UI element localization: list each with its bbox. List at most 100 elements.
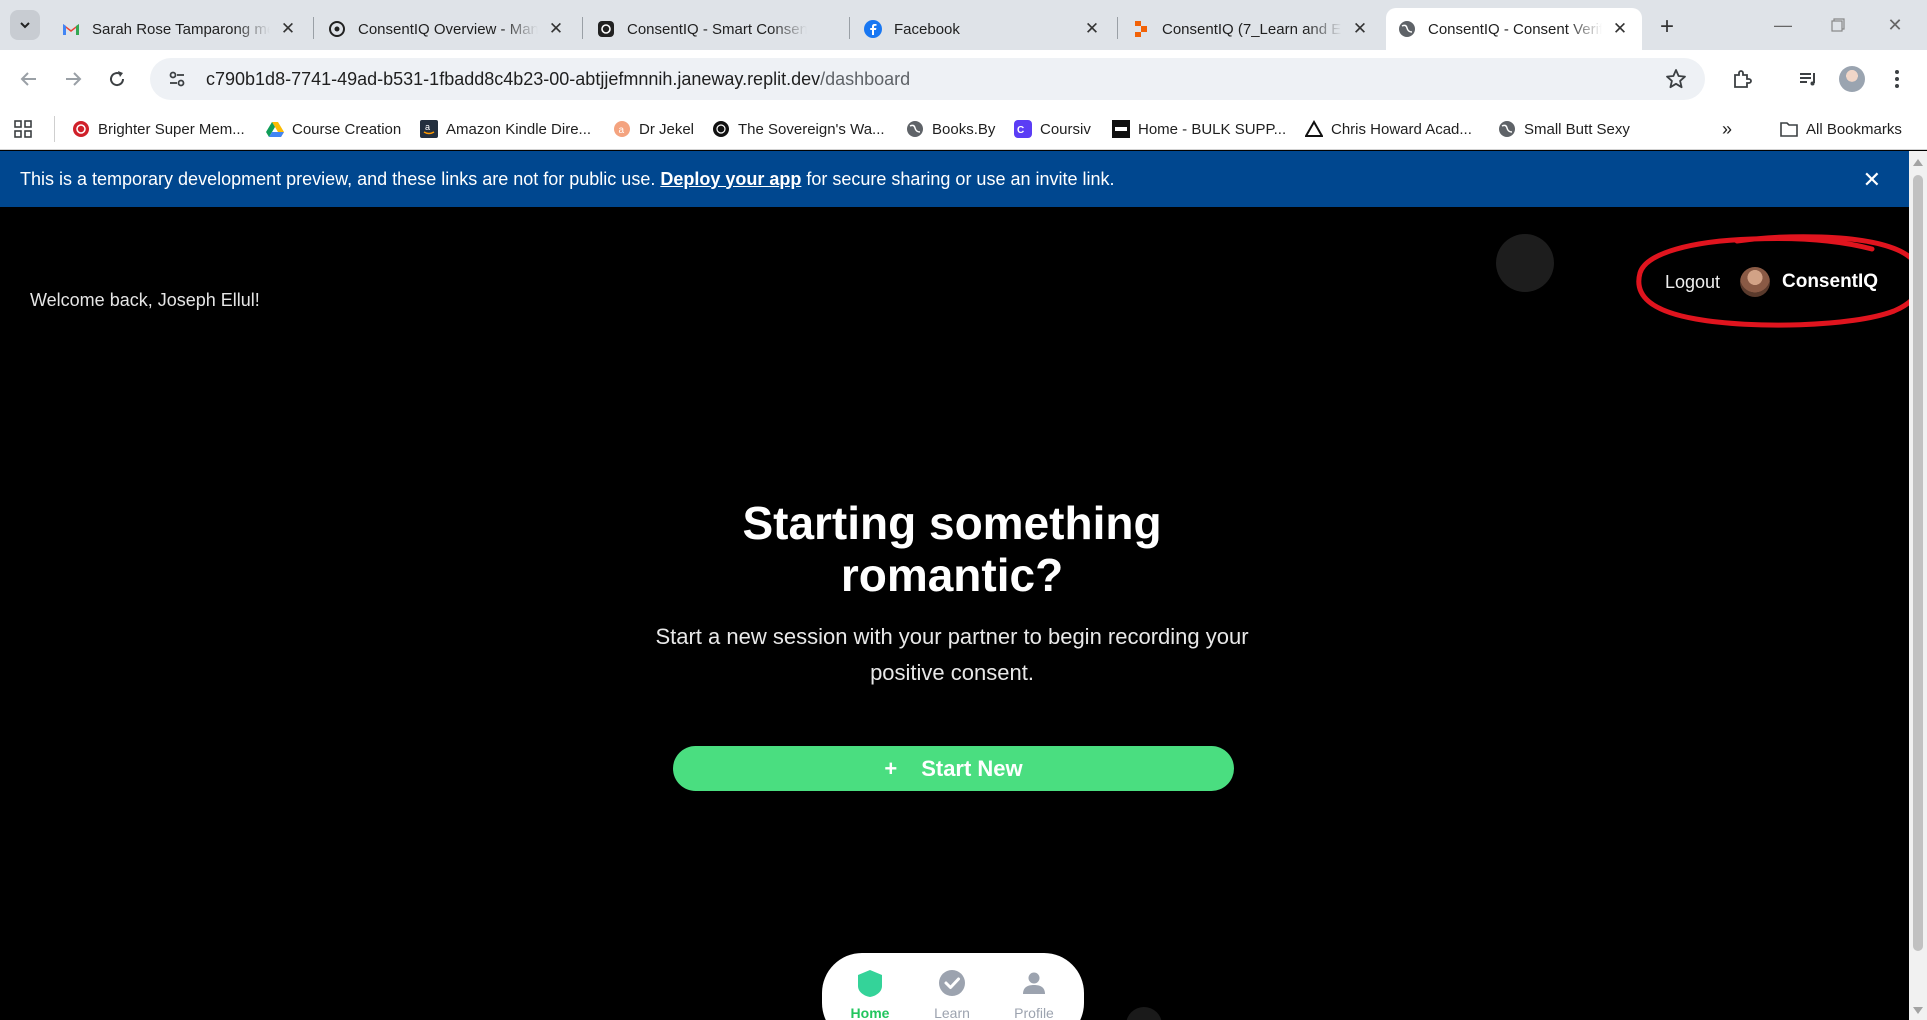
close-tab-icon[interactable]: ✕ (1082, 19, 1102, 39)
bookmark-amazon-kindle[interactable]: a Amazon Kindle Dire... (420, 116, 591, 142)
tab-consentiq-overview[interactable]: ConsentIQ Overview - Man ✕ (316, 8, 578, 50)
tab-title: ConsentIQ Overview - Man (358, 20, 538, 38)
page-scrollbar[interactable] (1909, 151, 1927, 1020)
restore-icon (1831, 18, 1845, 32)
close-window-button[interactable]: ✕ (1875, 12, 1915, 38)
bookmark-label: Books.By (932, 120, 996, 138)
all-bookmarks-label: All Bookmarks (1806, 120, 1902, 138)
tab-search-button[interactable] (10, 10, 40, 40)
start-new-label: Start New (921, 755, 1023, 781)
tab-separator (849, 17, 850, 39)
close-tab-icon[interactable]: ✕ (546, 19, 566, 39)
close-tab-icon[interactable]: ✕ (1610, 19, 1630, 39)
close-tab-icon[interactable]: ✕ (1350, 19, 1370, 39)
welcome-message: Welcome back, Joseph Ellul! (30, 290, 260, 310)
bookmark-bulk-supplements[interactable]: Home - BULK SUPP... (1112, 116, 1286, 142)
avatar (1740, 267, 1770, 297)
bookmark-sovereign[interactable]: The Sovereign's Wa... (712, 116, 885, 142)
tab-facebook[interactable]: Facebook ✕ (852, 8, 1114, 50)
bookmark-dr-jekel[interactable]: a Dr Jekel (613, 116, 694, 142)
nav-profile[interactable]: Profile (1002, 967, 1066, 1020)
minimize-icon: — (1774, 14, 1792, 35)
arrow-right-icon (66, 72, 82, 86)
nav-learn-label: Learn (934, 1005, 970, 1020)
browser-menu-button[interactable] (1882, 64, 1912, 94)
facebook-icon (864, 20, 882, 38)
bookmark-books-by[interactable]: Books.By (906, 116, 995, 142)
banner-close-icon[interactable]: ✕ (1863, 167, 1881, 193)
replit-icon (1132, 20, 1150, 38)
back-button[interactable] (14, 64, 44, 94)
bookmark-label: Chris Howard Acad... (1331, 120, 1472, 138)
folder-icon (1780, 120, 1798, 138)
nav-profile-label: Profile (1014, 1005, 1054, 1020)
dr-jekel-icon: a (613, 120, 631, 138)
home-icon (858, 970, 882, 997)
bookmark-chris-howard[interactable]: Chris Howard Acad... (1305, 116, 1472, 142)
scrollbar-thumb[interactable] (1913, 175, 1923, 951)
browser-toolbar: c790b1d8-7741-49ad-b531-1fbadd8c4b23-00-… (0, 50, 1927, 108)
close-tab-icon[interactable]: ✕ (278, 19, 298, 39)
sovereign-icon (712, 120, 730, 138)
extensions-button[interactable] (1727, 64, 1757, 94)
chevron-down-icon (20, 22, 30, 29)
globe-icon (1498, 120, 1516, 138)
kebab-menu-icon (1895, 70, 1899, 88)
bulk-icon (1112, 120, 1130, 138)
app-viewport: Welcome back, Joseph Ellul! Logout Conse… (0, 207, 1909, 1020)
tab-consentiq-smart[interactable]: ConsentIQ - Smart Consen (585, 8, 847, 50)
deploy-app-link[interactable]: Deploy your app (660, 169, 801, 190)
all-bookmarks-button[interactable]: All Bookmarks (1780, 116, 1902, 142)
forward-button[interactable] (58, 64, 88, 94)
brand[interactable]: ConsentIQ (1740, 267, 1878, 297)
site-info-icon[interactable] (162, 64, 192, 94)
tab-gmail[interactable]: Sarah Rose Tamparong me ✕ (50, 8, 310, 50)
reload-button[interactable] (102, 64, 132, 94)
close-tab-icon[interactable] (815, 19, 835, 39)
bookmark-small-butt-sexy[interactable]: Small Butt Sexy (1498, 116, 1630, 142)
new-tab-button[interactable]: + (1652, 12, 1682, 42)
bookmark-course-creation[interactable]: Course Creation (266, 116, 401, 142)
bookmark-coursiv[interactable]: C Coursiv (1014, 116, 1091, 142)
apps-grid-icon (14, 120, 32, 138)
bookmark-label: Course Creation (292, 120, 402, 138)
hero-subtitle: Start a new session with your partner to… (655, 624, 1249, 685)
avatar-icon (1839, 66, 1865, 92)
media-controls-button[interactable] (1793, 64, 1823, 94)
tab-strip: Sarah Rose Tamparong me ✕ ConsentIQ Over… (0, 0, 1927, 50)
globe-icon (906, 120, 924, 138)
url-text: c790b1d8-7741-49ad-b531-1fbadd8c4b23-00-… (206, 69, 910, 90)
banner-text: This is a temporary development preview,… (20, 168, 656, 189)
start-new-button[interactable]: + Start New (673, 746, 1234, 791)
apps-button[interactable] (14, 116, 32, 142)
decorative-circle (1496, 234, 1554, 292)
bookmark-brighter[interactable]: Brighter Super Mem... (72, 116, 245, 142)
more-bookmarks-button[interactable]: » (1722, 116, 1732, 142)
bookmarks-bar: Brighter Super Mem... Course Creation a … (0, 108, 1927, 150)
tab-consentiq-verification[interactable]: ConsentIQ - Consent Verifi ✕ (1386, 8, 1642, 50)
nav-learn[interactable]: Learn (920, 967, 984, 1020)
bookmark-label: The Sovereign's Wa... (738, 120, 885, 138)
bookmarks-separator (54, 116, 55, 142)
check-circle-icon (939, 970, 965, 996)
playlist-icon (1800, 73, 1815, 86)
arrow-left-icon (20, 72, 36, 86)
decorative-circle (1126, 1007, 1162, 1020)
restore-button[interactable] (1818, 12, 1858, 38)
brighter-icon (72, 120, 90, 138)
banner-text-after: for secure sharing or use an invite link… (806, 168, 1115, 189)
nav-home[interactable]: Home (838, 967, 902, 1020)
bookmark-label: Home - BULK SUPP... (1138, 120, 1287, 138)
tab-consentiq-replit[interactable]: ConsentIQ (7_Learn and En ✕ (1120, 8, 1382, 50)
svg-text:a: a (619, 125, 625, 136)
scroll-up-arrow[interactable] (1913, 159, 1923, 166)
address-bar[interactable]: c790b1d8-7741-49ad-b531-1fbadd8c4b23-00-… (150, 58, 1705, 100)
nav-home-label: Home (850, 1005, 890, 1020)
logout-button[interactable]: Logout (1665, 272, 1720, 293)
amazon-icon: a (420, 120, 438, 138)
google-drive-icon (266, 120, 284, 138)
scroll-down-arrow[interactable] (1913, 1007, 1923, 1014)
profile-avatar-button[interactable] (1837, 64, 1867, 94)
minimize-button[interactable]: — (1763, 12, 1803, 38)
bookmark-star-icon[interactable] (1661, 64, 1691, 94)
